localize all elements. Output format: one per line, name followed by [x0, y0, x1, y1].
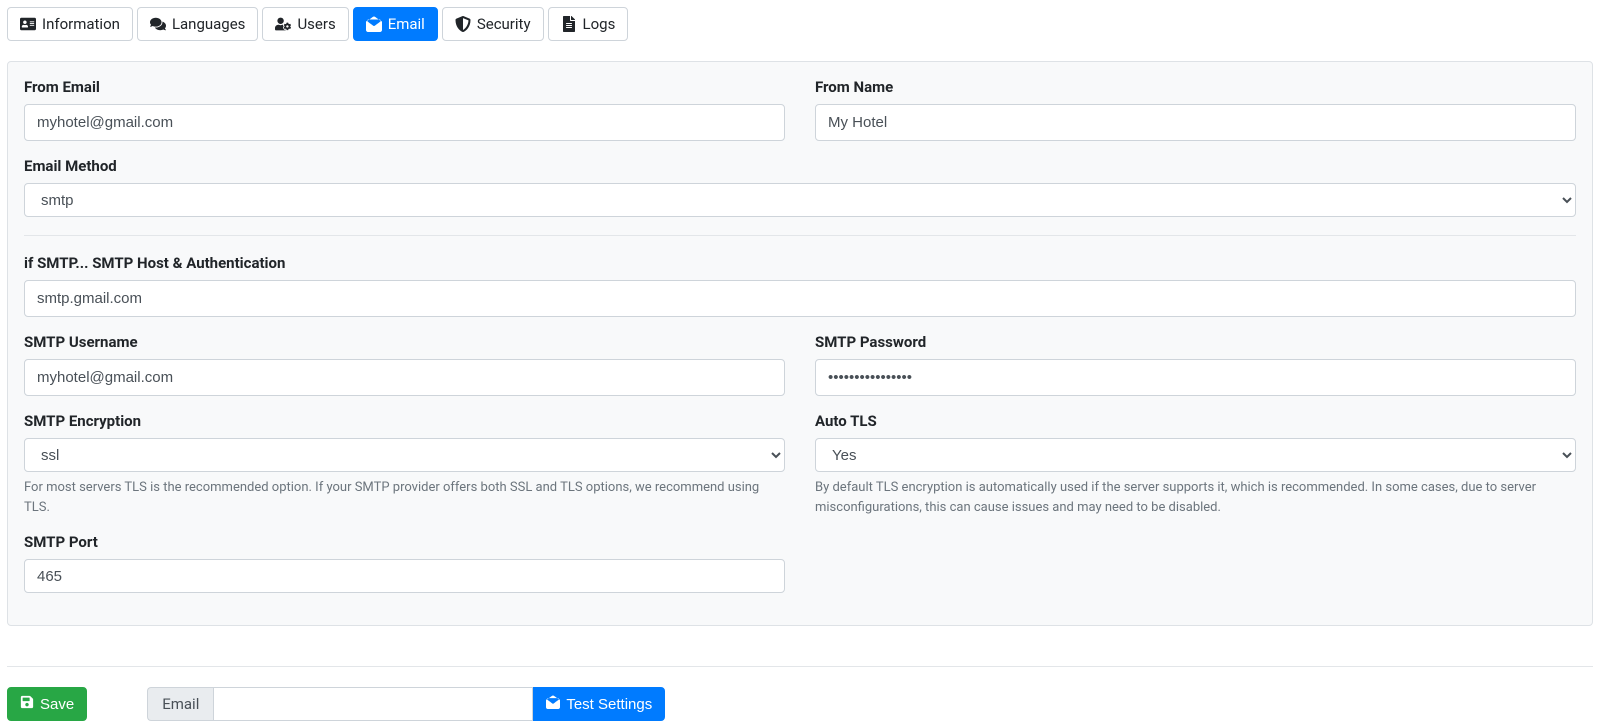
tab-label: Email	[388, 15, 425, 33]
smtp-encryption-label: SMTP Encryption	[24, 412, 785, 430]
tab-security[interactable]: Security	[442, 7, 544, 41]
smtp-username-input[interactable]	[24, 359, 785, 396]
id-card-icon	[20, 16, 36, 32]
from-email-label: From Email	[24, 78, 785, 96]
test-email-input[interactable]	[213, 687, 533, 721]
smtp-host-label: if SMTP... SMTP Host & Authentication	[24, 254, 1576, 272]
tab-email[interactable]: Email	[353, 7, 438, 41]
footer-divider	[7, 666, 1593, 667]
save-button[interactable]: Save	[7, 687, 87, 721]
email-settings-panel: From Email From Name Email Method smtp i…	[7, 61, 1593, 626]
smtp-port-label: SMTP Port	[24, 533, 785, 551]
test-settings-label: Test Settings	[566, 696, 652, 713]
tab-label: Information	[42, 15, 120, 33]
save-button-label: Save	[40, 696, 74, 713]
smtp-password-input[interactable]	[815, 359, 1576, 396]
from-name-input[interactable]	[815, 104, 1576, 141]
tab-label: Languages	[172, 15, 246, 33]
smtp-password-label: SMTP Password	[815, 333, 1576, 351]
email-method-select[interactable]: smtp	[24, 183, 1576, 217]
comments-icon	[150, 16, 166, 32]
tab-users[interactable]: Users	[262, 7, 348, 41]
tab-label: Users	[297, 15, 335, 33]
shield-icon	[455, 16, 471, 32]
test-settings-button[interactable]: Test Settings	[533, 687, 665, 721]
auto-tls-help: By default TLS encryption is automatical…	[815, 478, 1576, 517]
file-icon	[561, 16, 577, 32]
actions-bar: Save Email Test Settings	[7, 687, 1593, 721]
tab-languages[interactable]: Languages	[137, 7, 259, 41]
smtp-port-input[interactable]	[24, 559, 785, 593]
test-email-addon: Email	[147, 687, 213, 721]
email-method-label: Email Method	[24, 157, 1576, 175]
divider	[24, 235, 1576, 236]
user-gear-icon	[275, 16, 291, 32]
settings-tabs: Information Languages Users Email Securi…	[7, 7, 1593, 41]
smtp-host-input[interactable]	[24, 280, 1576, 317]
smtp-username-label: SMTP Username	[24, 333, 785, 351]
auto-tls-select[interactable]: Yes	[815, 438, 1576, 472]
smtp-encryption-help: For most servers TLS is the recommended …	[24, 478, 785, 517]
test-email-group: Email Test Settings	[147, 687, 665, 721]
envelope-open-icon	[366, 16, 382, 32]
tab-logs[interactable]: Logs	[548, 7, 629, 41]
smtp-encryption-select[interactable]: ssl	[24, 438, 785, 472]
envelope-open-icon	[546, 695, 560, 713]
save-icon	[20, 695, 34, 713]
from-name-label: From Name	[815, 78, 1576, 96]
tab-label: Logs	[583, 15, 616, 33]
tab-label: Security	[477, 15, 531, 33]
auto-tls-label: Auto TLS	[815, 412, 1576, 430]
from-email-input[interactable]	[24, 104, 785, 141]
tab-information[interactable]: Information	[7, 7, 133, 41]
